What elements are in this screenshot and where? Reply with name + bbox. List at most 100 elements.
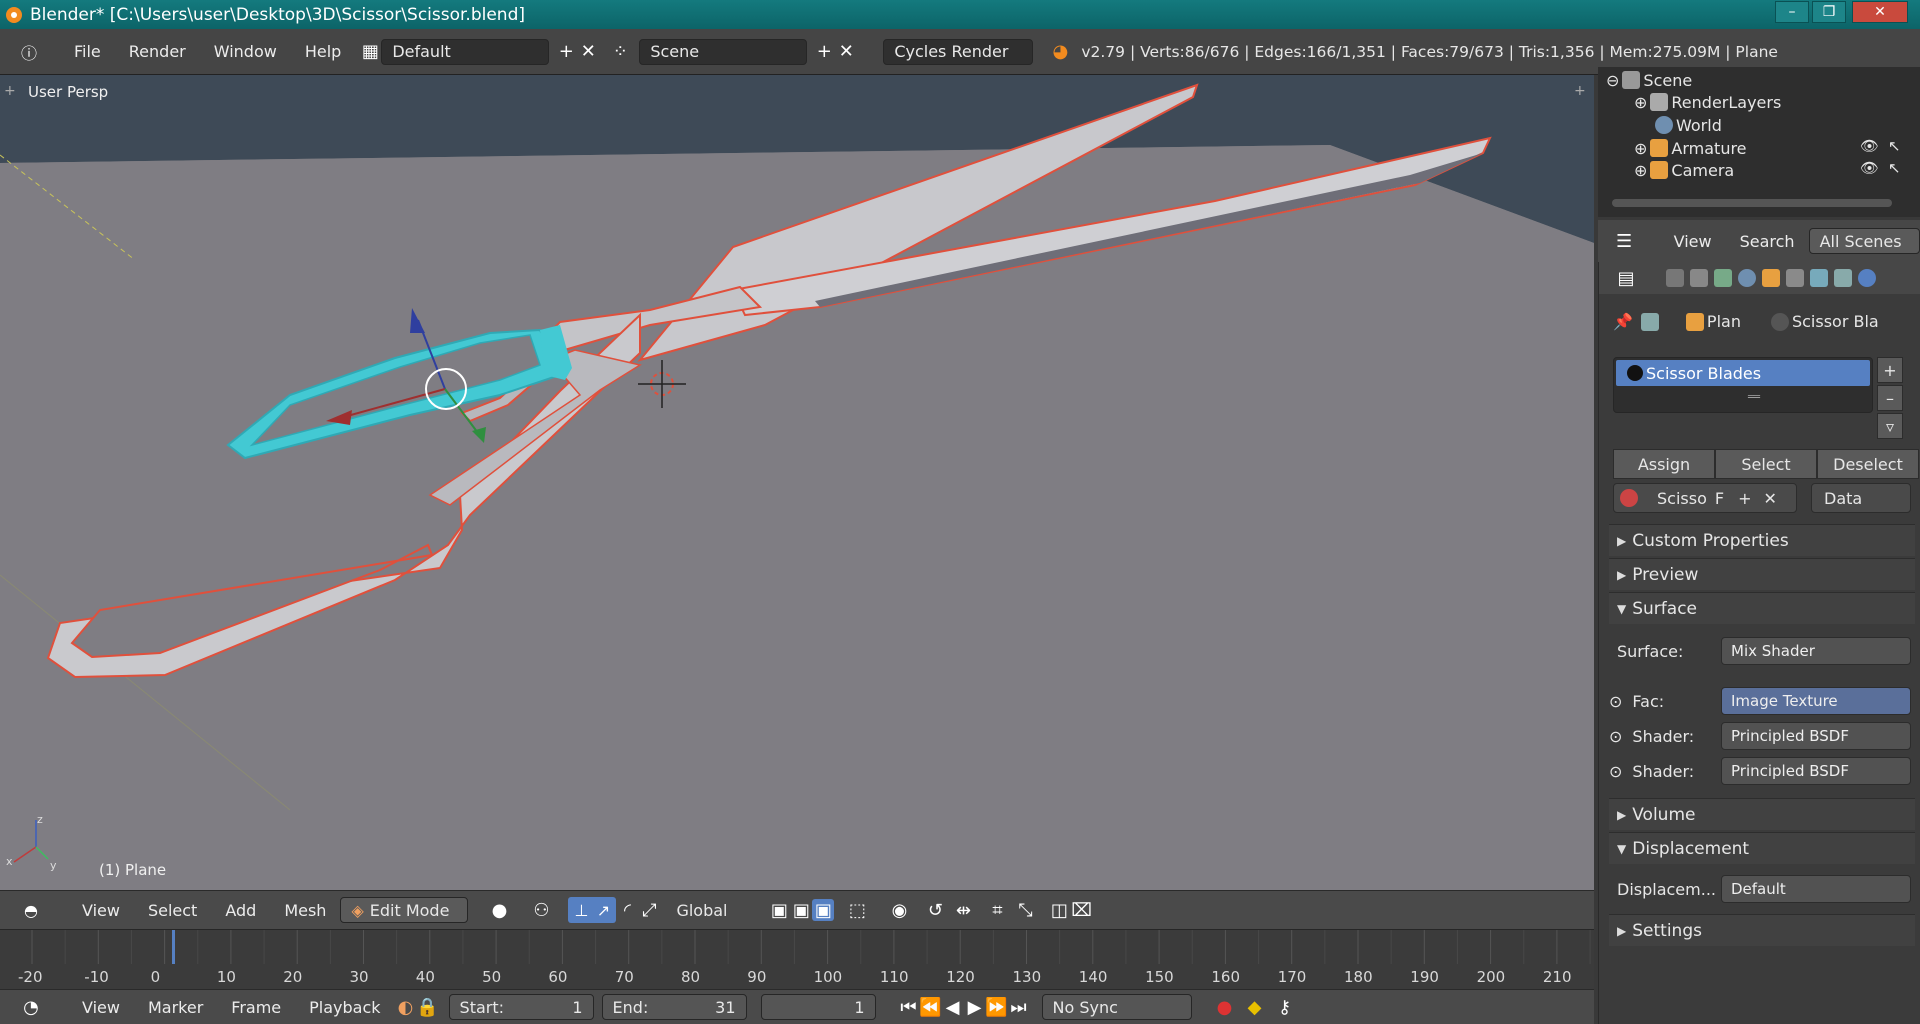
pivot-icon[interactable]: ⚇ (530, 899, 552, 921)
editor-type-icon[interactable]: ▤ (1615, 267, 1637, 289)
layout-selector[interactable]: Default (381, 38, 550, 65)
deselect-button[interactable]: Deselect (1817, 449, 1919, 479)
slot-menu-button[interactable]: ▿ (1877, 413, 1903, 439)
menu-mesh[interactable]: Mesh (270, 901, 340, 920)
outliner-display-mode[interactable]: All Scenes (1808, 228, 1920, 254)
cursor-icon[interactable]: ↖ (1888, 159, 1901, 177)
start-frame-field[interactable]: Start: 1 (448, 994, 594, 1020)
jump-next-key-icon[interactable]: ⏩ (985, 996, 1007, 1018)
menu-window[interactable]: Window (200, 42, 291, 61)
material-tab-icon[interactable] (1858, 269, 1876, 287)
renderlayer-tab-icon[interactable] (1690, 269, 1708, 287)
orientation-selector[interactable]: Global (666, 897, 755, 923)
layout-icon[interactable]: ▦ (359, 41, 381, 63)
modifiers-tab-icon[interactable] (1810, 269, 1828, 287)
sync-selector[interactable]: No Sync (1041, 994, 1192, 1020)
eye-icon[interactable]: 👁 (1860, 137, 1879, 155)
remove-scene-button[interactable]: ✕ (835, 41, 857, 63)
snap-align-icon[interactable]: ⤡ (1014, 899, 1036, 921)
menu-help[interactable]: Help (291, 42, 355, 61)
outliner-search-menu[interactable]: Search (1726, 232, 1809, 251)
snap-icon[interactable]: ⇹ (952, 899, 974, 921)
editor-type-icon[interactable]: ⓘ (18, 41, 40, 63)
render-engine-selector[interactable]: Cycles Render (883, 38, 1034, 65)
menu-view[interactable]: View (68, 998, 134, 1017)
render-tab-icon[interactable] (1666, 269, 1684, 287)
rotate-manipulator-icon[interactable]: ◜ (616, 899, 638, 921)
material-datablock[interactable]: Scisso F + ✕ (1613, 483, 1797, 513)
editor-type-icon[interactable]: ◓ (20, 899, 42, 921)
menu-marker[interactable]: Marker (134, 998, 217, 1017)
displacement-selector[interactable]: Default (1721, 875, 1911, 903)
menu-playback[interactable]: Playback (295, 998, 394, 1017)
maximize-button[interactable]: ❐ (1812, 1, 1846, 23)
add-slot-button[interactable]: + (1877, 357, 1903, 383)
lock-icon[interactable]: 🔒 (416, 996, 438, 1018)
play-icon[interactable]: ▶ (964, 996, 986, 1018)
limit-selection-icon[interactable]: ⬚ (846, 899, 868, 921)
manipulator-toggle[interactable]: ⊥ ↗ (568, 897, 617, 923)
keying-set-icon[interactable]: ◐ (395, 996, 417, 1018)
keying-icon[interactable]: ⚷ (1274, 996, 1296, 1018)
material-slot-item[interactable]: Scissor Blades (1616, 360, 1870, 386)
3d-viewport[interactable]: User Persp (1) Plane z x y + + (0, 75, 1594, 890)
outliner-view-menu[interactable]: View (1660, 232, 1726, 251)
menu-select[interactable]: Select (134, 901, 211, 920)
keyframe-icon[interactable]: ◆ (1244, 996, 1266, 1018)
eye-icon[interactable]: 👁 (1860, 159, 1879, 177)
remove-slot-button[interactable]: – (1877, 385, 1903, 411)
jump-end-icon[interactable]: ⏭ (1008, 996, 1030, 1018)
object-tab-icon[interactable] (1762, 269, 1780, 287)
scene-tab-icon[interactable] (1714, 269, 1732, 287)
scale-manipulator-icon[interactable]: ⤢ (638, 899, 660, 921)
menu-view[interactable]: View (68, 901, 134, 920)
pin-icon[interactable]: 📌 (1613, 312, 1633, 331)
proportional-edit-icon[interactable]: ◉ (888, 899, 910, 921)
timeline[interactable]: -20 -10 0 10 20 30 40 50 60 70 80 90 100 110 120 130 140… (0, 929, 1594, 989)
mode-selector[interactable]: ◈ Edit Mode (340, 897, 469, 923)
minimize-button[interactable]: – (1775, 1, 1809, 23)
shader1-selector[interactable]: Principled BSDF (1721, 722, 1911, 750)
record-icon[interactable]: ● (1214, 996, 1236, 1018)
properties-toggle[interactable]: + (1574, 83, 1586, 99)
face-select-icon[interactable]: ▣ (812, 899, 835, 921)
preview-panel[interactable]: ▶ Preview (1609, 558, 1915, 590)
current-frame-marker[interactable] (172, 930, 175, 964)
add-scene-button[interactable]: + (813, 41, 835, 63)
snap-target-icon[interactable]: ⌗ (986, 899, 1008, 921)
render-icon[interactable]: ◫ (1048, 899, 1070, 921)
assign-button[interactable]: Assign (1613, 449, 1715, 479)
fake-user-button[interactable]: F (1715, 489, 1724, 508)
menu-frame[interactable]: Frame (217, 998, 295, 1017)
falloff-icon[interactable]: ↺ (924, 899, 946, 921)
menu-file[interactable]: File (60, 42, 115, 61)
shader2-selector[interactable]: Principled BSDF (1721, 757, 1911, 785)
surface-panel[interactable]: ▼ Surface (1609, 592, 1915, 624)
unlink-material-button[interactable]: ✕ (1763, 489, 1776, 508)
outliner-item-camera[interactable]: ⊕ Camera (1634, 157, 1734, 183)
clapper-icon[interactable]: ⌧ (1070, 899, 1092, 921)
data-tab-icon[interactable] (1834, 269, 1852, 287)
play-reverse-icon[interactable]: ◀ (942, 996, 964, 1018)
remove-layout-button[interactable]: ✕ (577, 41, 599, 63)
toolshelf-toggle[interactable]: + (4, 83, 16, 99)
list-resize-handle[interactable]: ══ (1748, 392, 1760, 403)
menu-add[interactable]: Add (211, 901, 270, 920)
settings-panel[interactable]: ▶ Settings (1609, 914, 1915, 946)
volume-panel[interactable]: ▶ Volume (1609, 798, 1915, 830)
menu-render[interactable]: Render (115, 42, 200, 61)
custom-properties-panel[interactable]: ▶ Custom Properties (1609, 524, 1915, 556)
material-slot-list[interactable]: Scissor Blades ══ (1613, 357, 1873, 413)
jump-prev-key-icon[interactable]: ⏪ (919, 996, 941, 1018)
new-material-button[interactable]: + (1738, 489, 1751, 508)
surface-shader-selector[interactable]: Mix Shader (1721, 637, 1911, 665)
layer-icon[interactable]: ▣ (768, 899, 790, 921)
shading-icon[interactable]: ● (488, 899, 510, 921)
editor-type-icon[interactable]: ☰ (1614, 230, 1634, 252)
select-button[interactable]: Select (1715, 449, 1817, 479)
cursor-icon[interactable]: ↖ (1888, 137, 1901, 155)
jump-start-icon[interactable]: ⏮ (898, 996, 920, 1018)
outliner[interactable]: ⊖ Scene ⊕ RenderLayers World ⊕ Armature ⊕ Ca… (1598, 67, 1920, 217)
layer-icon[interactable]: ▣ (790, 899, 812, 921)
world-tab-icon[interactable] (1738, 269, 1756, 287)
